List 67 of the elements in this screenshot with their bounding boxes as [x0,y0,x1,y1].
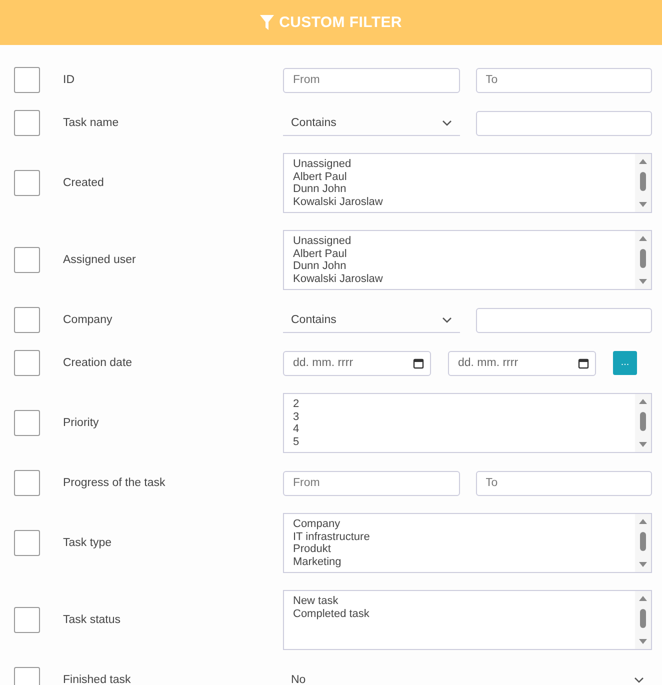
field-label: Company [63,314,114,326]
list-option[interactable]: 3 [293,410,626,424]
list-option[interactable]: Albert Paul [293,170,626,184]
list-box[interactable]: Company IT infrastructure Produkt Marketing [283,513,652,573]
checkbox[interactable] [14,607,40,633]
checkbox[interactable] [14,307,40,333]
checkbox[interactable] [14,350,40,376]
checkbox[interactable] [14,170,40,196]
date-field[interactable]: dd. mm. rrrr [448,350,596,376]
field-label: Assigned user [63,254,137,266]
to-field[interactable]: To [476,470,652,496]
chevron-down-icon [442,120,452,126]
field-label: Task name [63,117,120,129]
from-field[interactable]: From [283,68,460,92]
list-box[interactable]: Unassigned Albert Paul Dunn John Kowalski Jaroslaw [283,230,652,290]
checkbox[interactable] [14,470,40,496]
list-option[interactable]: Albert Paul [293,248,626,260]
field-label: Task status [63,614,122,626]
list-option[interactable]: 5 [293,436,626,449]
list-option[interactable]: IT infrastructure [293,530,626,544]
date-field[interactable]: dd. mm. rrrr [283,350,431,376]
field-label: Created [63,177,105,189]
list-box[interactable]: Unassigned Albert Paul Dunn John Kowalski Jaroslaw [283,153,652,213]
chevron-down-icon [634,676,644,682]
to-field[interactable]: To [476,68,652,92]
list-option[interactable]: Marketing [293,556,626,569]
list-option[interactable]: Unassigned [293,158,626,171]
chevron-down-icon [442,316,452,322]
from-field[interactable]: From [283,470,460,496]
checkbox[interactable] [14,247,40,273]
checkbox[interactable] [14,410,40,436]
header-title: CUSTOM FILTER [279,14,402,31]
text-field[interactable] [476,110,652,136]
scrollbar[interactable] [635,591,651,649]
field-label: Creation date [63,357,134,369]
scrollbar[interactable] [635,231,651,289]
list-option[interactable]: New task [293,595,626,608]
list-option[interactable]: Completed task [293,608,626,620]
checkbox[interactable] [14,110,40,136]
list-option[interactable]: Company [293,518,626,531]
dropdown[interactable]: No [283,668,652,685]
list-box[interactable]: New task Completed task [283,590,652,650]
field-label: ID [63,74,76,86]
operator-dropdown[interactable]: Contains [283,110,460,136]
filter-icon [260,15,274,30]
calendar-icon[interactable] [413,358,424,368]
text-field[interactable] [476,308,652,332]
field-label: Priority [63,417,100,429]
list-box[interactable]: 2 3 4 5 [283,393,652,453]
list-option[interactable]: Kowalski Jaroslaw [293,196,626,209]
scrollbar[interactable] [635,514,651,572]
list-option[interactable]: 4 [293,423,626,436]
list-option[interactable]: Unassigned [293,235,626,248]
operator-dropdown[interactable]: Contains [283,308,460,332]
list-option[interactable]: 2 [293,398,626,411]
list-option[interactable]: Dunn John [293,183,626,196]
field-label: Finished task [63,674,132,685]
list-option[interactable]: Kowalski Jaroslaw [293,273,626,286]
scrollbar[interactable] [635,394,651,452]
checkbox[interactable] [14,530,40,556]
field-label: Progress of the task [63,477,166,489]
calendar-icon[interactable] [578,358,589,368]
checkbox[interactable] [14,67,40,93]
list-option[interactable]: Dunn John [293,260,626,274]
field-label: Task type [63,537,113,549]
scrollbar[interactable] [635,154,651,212]
list-option[interactable]: Produkt [293,543,626,556]
